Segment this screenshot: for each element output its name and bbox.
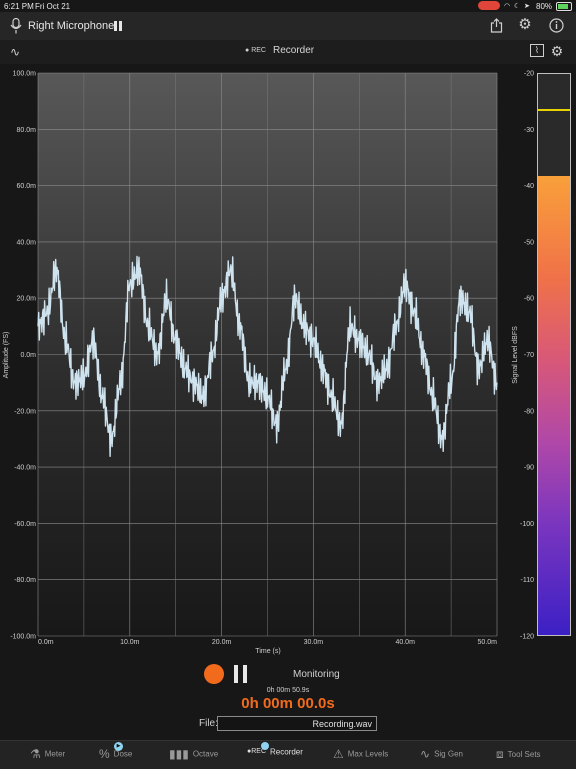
recording-time: 0h 00m 00.0s	[241, 695, 335, 712]
pause-input-icon[interactable]	[114, 21, 122, 31]
meter-tick-label: -70	[524, 352, 534, 359]
dose-icon: %	[99, 747, 110, 761]
warning-icon: ⚠	[333, 747, 344, 761]
meter-axis-label: Signal Level dBFS	[512, 326, 519, 384]
microphone-icon[interactable]	[10, 18, 22, 34]
meter-tick-label: -80	[524, 408, 534, 415]
tab-max-levels[interactable]: ⚠ Max Levels	[333, 747, 388, 765]
meter-tick-label: -20	[524, 71, 534, 78]
peak-hold-marker	[538, 109, 570, 112]
battery-percent: 80%	[536, 2, 553, 11]
file-label: File:	[199, 718, 218, 729]
meter-tick-label: -30	[524, 127, 534, 134]
status-date: Fri Oct 21	[35, 2, 71, 11]
x-tick-label: 50.0m	[478, 639, 498, 646]
file-name-field[interactable]: Recording.wav	[217, 716, 377, 731]
tab-bar: ⚗ Meter % Dose ▶ ▮▮▮ Octave ●REC Recorder ⚠ Ma…	[0, 740, 576, 769]
tab-dose[interactable]: % Dose ▶	[99, 742, 132, 765]
y-tick-label: -20.0m	[14, 408, 36, 415]
meter-tick-label: -50	[524, 239, 534, 246]
battery-icon	[556, 2, 572, 11]
x-tick-label: 0.0m	[38, 639, 54, 646]
meter-tick-label: -40	[524, 183, 534, 190]
tab-sig-gen[interactable]: ∿ Sig Gen	[420, 747, 463, 765]
record-button[interactable]	[204, 664, 224, 684]
y-tick-label: -80.0m	[14, 577, 36, 584]
meter-level-fill	[538, 176, 570, 635]
play-badge-icon: ▶	[114, 742, 123, 751]
share-icon[interactable]	[490, 18, 503, 33]
toolbox-icon: ⧈	[496, 747, 504, 761]
octave-bars-icon: ▮▮▮	[169, 747, 189, 761]
title-bar: Right Microphone ⚙	[0, 12, 576, 40]
active-badge-icon	[261, 742, 269, 750]
sine-wave-icon: ∿	[420, 747, 431, 761]
x-axis-label: Time (s)	[255, 648, 280, 655]
x-tick-label: 40.0m	[395, 639, 415, 646]
elapsed-time-small: 0h 00m 50.9s	[266, 687, 310, 694]
signal-level-meter	[537, 73, 571, 636]
tab-meter[interactable]: ⚗ Meter	[30, 747, 65, 765]
meter-tick-label: -100	[520, 521, 534, 528]
y-tick-label: 0.0m	[20, 352, 36, 359]
meter-tick-label: -60	[524, 296, 534, 303]
moon-icon: ☾	[514, 3, 521, 10]
location-icon: ➤	[524, 3, 530, 10]
status-time: 6:21 PM	[4, 2, 34, 11]
waveform-plot[interactable]: 100.0m 80.0m 60.0m 40.0m 20.0m 0.0m -20.0m -40.…	[0, 64, 576, 659]
mode-title: Recorder	[273, 45, 315, 56]
rec-badge: ● REC	[245, 47, 266, 54]
y-tick-label: -60.0m	[14, 521, 36, 528]
mic-in-use-icon	[478, 1, 500, 10]
y-tick-label: -100.0m	[10, 634, 36, 641]
y-axis-label: Amplitude (FS)	[3, 332, 10, 379]
input-source-label[interactable]: Right Microphone	[28, 20, 114, 32]
y-tick-label: 80.0m	[17, 127, 37, 134]
x-tick-label: 10.0m	[120, 639, 140, 646]
tab-octave[interactable]: ▮▮▮ Octave	[169, 747, 218, 765]
y-tick-label: -40.0m	[14, 465, 36, 472]
tab-recorder[interactable]: ●REC Recorder	[247, 742, 303, 765]
monitoring-label: Monitoring	[293, 669, 340, 680]
y-tick-label: 20.0m	[17, 296, 37, 303]
status-bar: 6:21 PM Fri Oct 21 ◠ ☾ ➤ 80%	[0, 0, 576, 12]
x-tick-label: 30.0m	[304, 639, 324, 646]
meter-tick-label: -120	[520, 634, 534, 641]
waveform-icon[interactable]: ∿	[10, 45, 20, 59]
mode-bar: ∿ ● REC Recorder ⌇ ⚙	[0, 40, 576, 64]
display-settings-gear-icon[interactable]: ⚙	[550, 44, 564, 58]
wifi-icon: ◠	[504, 3, 511, 10]
y-tick-label: 60.0m	[17, 183, 37, 190]
y-tick-label: 100.0m	[13, 71, 37, 78]
meter-tick-label: -110	[521, 577, 535, 584]
settings-gear-icon[interactable]: ⚙	[517, 17, 533, 32]
x-tick-label: 20.0m	[212, 639, 232, 646]
graph-view-icon[interactable]: ⌇	[530, 44, 544, 57]
tab-tool-sets[interactable]: ⧈ Tool Sets	[496, 747, 541, 765]
y-tick-label: 40.0m	[17, 239, 37, 246]
pause-button[interactable]	[234, 665, 248, 683]
info-icon[interactable]	[549, 18, 564, 33]
meter-tick-label: -90	[524, 465, 534, 472]
flask-icon: ⚗	[30, 747, 41, 761]
